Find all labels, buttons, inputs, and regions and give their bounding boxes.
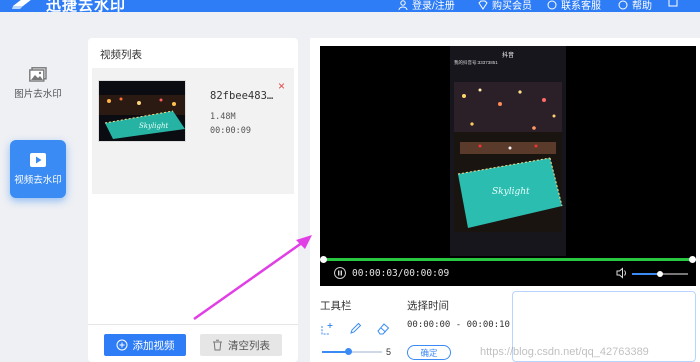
pause-button[interactable] — [334, 267, 346, 279]
video-player[interactable]: Skylight 抖音 我的抖音号:33373851 00:00:03/00:0… — [320, 46, 696, 286]
watermark-text: https://blog.csdn.net/qq_42763389 — [480, 346, 649, 358]
video-filename: 82fbee483… — [210, 90, 274, 102]
clear-list-button[interactable]: 清空列表 — [200, 334, 282, 356]
progress-start-handle[interactable] — [320, 256, 327, 263]
confirm-label: 确定 — [420, 347, 438, 358]
progress-end-handle[interactable] — [689, 256, 696, 263]
buy-vip-link[interactable]: 购买会员 — [478, 0, 532, 12]
pen-icon[interactable] — [349, 322, 362, 335]
delete-icon[interactable]: × — [278, 79, 285, 93]
diamond-icon — [478, 0, 488, 10]
video-filesize: 1.48M — [210, 112, 236, 122]
volume-slider[interactable] — [632, 271, 688, 277]
confirm-button[interactable]: 确定 — [407, 345, 451, 360]
volume-fill — [632, 273, 660, 275]
brush-size-slider[interactable] — [322, 348, 382, 355]
clear-list-label: 清空列表 — [228, 339, 270, 352]
add-video-button[interactable]: 添加视频 — [104, 334, 186, 356]
volume-handle[interactable] — [657, 271, 663, 277]
login-link[interactable]: 登录/注册 — [398, 0, 455, 12]
time-range[interactable]: 00:00:00 - 00:00:10 — [407, 320, 510, 330]
video-thumbnail: Skylight — [98, 80, 186, 142]
timecode: 00:00:03/00:00:09 — [352, 268, 450, 279]
buy-vip-label: 购买会员 — [492, 1, 532, 12]
app-title: 迅捷去水印 — [46, 0, 127, 12]
chat-icon — [547, 0, 557, 9]
brush-size-handle[interactable] — [345, 348, 352, 355]
video-list-panel: 视频列表 Skylight 82fbee483… 1.48M 00:00:09 … — [88, 38, 298, 362]
list-item[interactable]: Skylight 82fbee483… 1.48M 00:00:09 × — [92, 68, 294, 194]
eraser-icon[interactable] — [376, 322, 390, 335]
rail-item-image-watermark[interactable]: 图片去水印 — [10, 54, 66, 112]
help-label: 帮助 — [632, 1, 652, 12]
video-list-title: 视频列表 — [100, 49, 142, 61]
add-video-label: 添加视频 — [132, 339, 175, 352]
user-icon — [398, 0, 408, 10]
image-icon — [29, 66, 47, 82]
video-frame: Skylight 抖音 我的抖音号:33373851 — [450, 46, 566, 256]
rail-label-image: 图片去水印 — [14, 88, 62, 100]
help-link[interactable]: 帮助 — [618, 0, 652, 12]
select-time-title: 选择时间 — [407, 300, 449, 312]
svg-text:Skylight: Skylight — [492, 187, 530, 197]
pause-icon — [338, 270, 342, 276]
plus-circle-icon — [116, 339, 127, 351]
trash-icon — [213, 339, 222, 351]
brush-size-value: 5 — [386, 347, 392, 357]
rail-item-video-watermark[interactable]: 视频去水印 — [10, 140, 66, 198]
toolbar-title: 工具栏 — [320, 300, 352, 312]
top-bar: 迅捷去水印 登录/注册 购买会员 联系客服 帮助 — [0, 0, 700, 12]
progress-bar[interactable] — [320, 256, 696, 263]
login-label: 登录/注册 — [412, 1, 455, 12]
left-rail: 图片去水印 视频去水印 — [0, 12, 76, 362]
volume-icon[interactable] — [616, 267, 628, 279]
contact-service-link[interactable]: 联系客服 — [547, 0, 601, 12]
eraser-logo-icon — [12, 0, 31, 9]
rail-label-video: 视频去水印 — [14, 175, 62, 186]
window-box-icon[interactable] — [668, 0, 682, 7]
editor-panel: Skylight 抖音 我的抖音号:33373851 00:00:03/00:0… — [310, 38, 700, 362]
video-duration: 00:00:09 — [210, 126, 251, 136]
svg-text:Skylight: Skylight — [139, 122, 168, 130]
help-icon — [618, 0, 628, 9]
select-region-icon[interactable] — [321, 322, 334, 335]
tiktok-id: 我的抖音号:33373851 — [454, 60, 498, 65]
contact-service-label: 联系客服 — [561, 1, 601, 12]
play-icon — [30, 153, 46, 167]
tiktok-label: 抖音 — [501, 53, 514, 59]
divider — [88, 324, 298, 325]
